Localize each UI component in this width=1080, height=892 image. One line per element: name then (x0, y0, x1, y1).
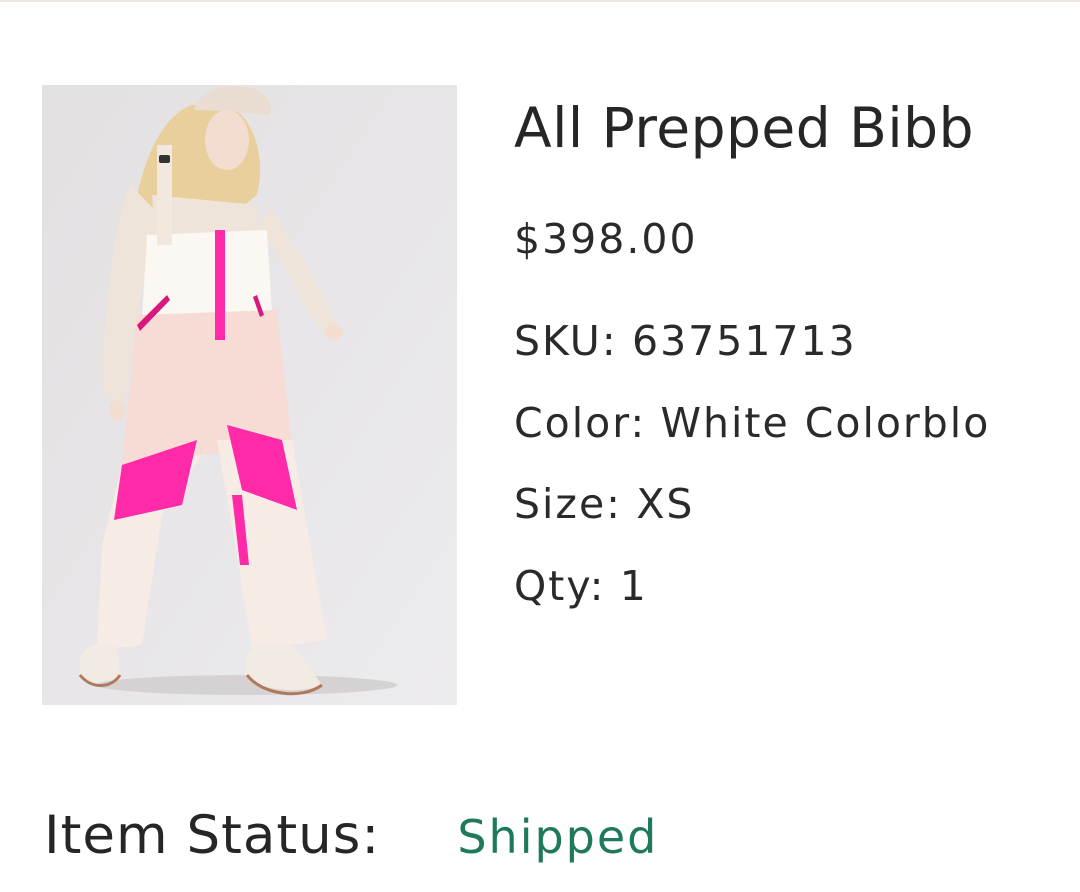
item-status-value: Shipped (457, 810, 659, 864)
size-row: Size: XS (514, 479, 694, 529)
product-title[interactable]: All Prepped Bibb (514, 93, 974, 163)
qty-row: Qty: 1 (514, 561, 648, 611)
size-label: Size: (514, 480, 622, 528)
sku-row: SKU: 63751713 (514, 316, 857, 366)
color-label: Color: (514, 399, 647, 447)
product-image[interactable] (42, 85, 457, 705)
color-value: White Colorblo (660, 399, 991, 447)
sku-label: SKU: (514, 317, 618, 365)
color-row: Color: White Colorblo (514, 398, 990, 448)
item-status-row: Item Status: Shipped (44, 803, 658, 873)
qty-label: Qty: (514, 562, 606, 610)
qty-value: 1 (619, 562, 648, 610)
size-value: XS (636, 480, 695, 528)
product-details: All Prepped Bibb $398.00 SKU: 63751713 Co… (514, 0, 1080, 660)
item-status-label: Item Status: (44, 805, 381, 866)
sku-value: 63751713 (631, 317, 857, 365)
product-price: $398.00 (514, 215, 698, 263)
product-photo-illustration (42, 85, 457, 705)
